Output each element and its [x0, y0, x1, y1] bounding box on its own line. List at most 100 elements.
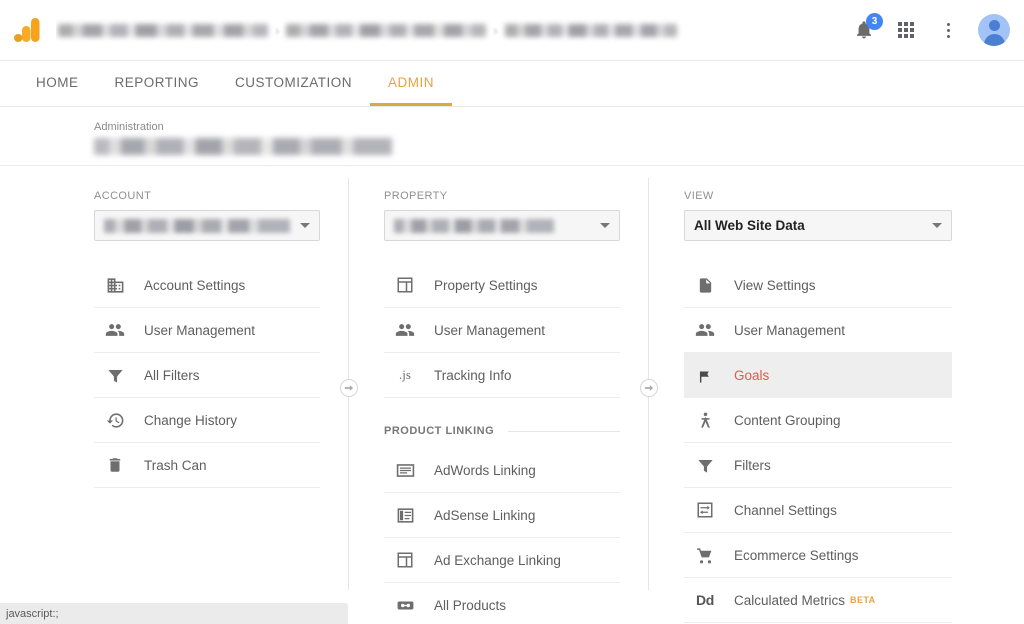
top-bar: › › 3: [0, 0, 1024, 61]
view-item-label: Calculated Metrics: [734, 593, 845, 608]
adwords-icon: [394, 459, 416, 481]
view-item-channel-settings[interactable]: Channel Settings: [684, 488, 952, 533]
js-glyph: .js: [399, 367, 411, 383]
view-item-ecommerce-settings[interactable]: Ecommerce Settings: [684, 533, 952, 578]
property-to-view-connector[interactable]: [640, 379, 658, 397]
more-options-button[interactable]: [936, 18, 960, 42]
js-icon: .js: [394, 364, 416, 386]
view-item-content-grouping[interactable]: Content Grouping: [684, 398, 952, 443]
breadcrumb-item-account-redacted[interactable]: [58, 24, 268, 37]
user-avatar[interactable]: [978, 14, 1010, 46]
chevron-down-icon: [932, 223, 942, 228]
view-item-label: User Management: [734, 323, 845, 338]
property-item-label: All Products: [434, 598, 506, 613]
property-item-label: Ad Exchange Linking: [434, 553, 561, 568]
property-item-all-products[interactable]: All Products: [384, 583, 620, 624]
breadcrumb-item-view-redacted[interactable]: [505, 24, 677, 37]
main-nav: HOME REPORTING CUSTOMIZATION ADMIN: [0, 61, 1024, 107]
view-item-calculated-metrics[interactable]: Dd Calculated Metrics BETA: [684, 578, 952, 623]
view-item-filters[interactable]: Filters: [684, 443, 952, 488]
account-item-label: Change History: [144, 413, 237, 428]
property-column-label: PROPERTY: [384, 190, 620, 202]
property-selector-value-redacted: [394, 219, 554, 233]
tab-customization[interactable]: CUSTOMIZATION: [217, 61, 370, 106]
view-item-view-settings[interactable]: View Settings: [684, 263, 952, 308]
account-menu: Account Settings User Management All Fil…: [94, 263, 320, 488]
arrow-right-circle-icon: [644, 383, 654, 393]
history-clock-icon: [104, 409, 126, 431]
property-menu: Property Settings User Management .js Tr…: [384, 263, 620, 624]
property-item-label: User Management: [434, 323, 545, 338]
account-item-change-history[interactable]: Change History: [94, 398, 320, 443]
view-item-label: Content Grouping: [734, 413, 841, 428]
account-item-label: All Filters: [144, 368, 200, 383]
people-icon: [694, 319, 716, 341]
apps-grid-icon: [898, 22, 914, 38]
view-column-label: VIEW: [684, 190, 952, 202]
more-vertical-icon: [947, 23, 950, 38]
arrow-right-circle-icon: [344, 383, 354, 393]
chevron-down-icon: [600, 223, 610, 228]
channel-settings-icon: [694, 499, 716, 521]
account-item-label: Trash Can: [144, 458, 207, 473]
account-selector-value-redacted: [104, 219, 290, 233]
administration-label: Administration: [94, 121, 1024, 133]
funnel-icon: [104, 364, 126, 386]
chevron-down-icon: [300, 223, 310, 228]
google-analytics-logo[interactable]: [12, 15, 42, 45]
property-item-property-settings[interactable]: Property Settings: [384, 263, 620, 308]
building-icon: [104, 274, 126, 296]
property-column: PROPERTY Property Settings User Manageme…: [348, 166, 648, 586]
account-to-property-connector[interactable]: [340, 379, 358, 397]
property-item-ad-exchange-linking[interactable]: Ad Exchange Linking: [384, 538, 620, 583]
flag-icon: [694, 364, 716, 386]
apps-button[interactable]: [894, 18, 918, 42]
property-item-label: AdWords Linking: [434, 463, 536, 478]
view-item-user-management[interactable]: User Management: [684, 308, 952, 353]
view-item-label: Ecommerce Settings: [734, 548, 859, 563]
tab-reporting[interactable]: REPORTING: [97, 61, 218, 106]
adsense-icon: [394, 504, 416, 526]
view-column: VIEW All Web Site Data View Settings Use…: [648, 166, 1024, 586]
property-selector[interactable]: [384, 210, 620, 241]
account-item-account-settings[interactable]: Account Settings: [94, 263, 320, 308]
ad-exchange-icon: [394, 549, 416, 571]
tab-admin[interactable]: ADMIN: [370, 61, 452, 106]
property-item-tracking-info[interactable]: .js Tracking Info: [384, 353, 620, 398]
tab-home[interactable]: HOME: [18, 61, 97, 106]
people-icon: [394, 319, 416, 341]
property-item-label: Property Settings: [434, 278, 538, 293]
view-item-label: Goals: [734, 368, 769, 383]
product-linking-label: PRODUCT LINKING: [384, 425, 494, 437]
property-item-user-management[interactable]: User Management: [384, 308, 620, 353]
dd-glyph: Dd: [696, 592, 714, 608]
property-item-adsense-linking[interactable]: AdSense Linking: [384, 493, 620, 538]
view-item-goals[interactable]: Goals: [684, 353, 952, 398]
breadcrumb-item-property-redacted[interactable]: [286, 24, 486, 37]
breadcrumb-separator: ›: [275, 23, 279, 38]
people-icon: [104, 319, 126, 341]
shopping-cart-icon: [694, 544, 716, 566]
admin-columns: ACCOUNT Account Settings User Management: [0, 166, 1024, 586]
property-item-adwords-linking[interactable]: AdWords Linking: [384, 448, 620, 493]
account-column-label: ACCOUNT: [94, 190, 320, 202]
notifications-button[interactable]: 3: [852, 18, 876, 42]
view-selector[interactable]: All Web Site Data: [684, 210, 952, 241]
view-item-label: View Settings: [734, 278, 816, 293]
beta-badge: BETA: [850, 595, 875, 605]
dd-icon: Dd: [694, 589, 716, 611]
section-rule: [508, 431, 620, 432]
view-item-label: Filters: [734, 458, 771, 473]
browser-status-bar: javascript:;: [0, 603, 348, 624]
account-selector[interactable]: [94, 210, 320, 241]
page-layout-icon: [394, 274, 416, 296]
breadcrumb-separator: ›: [493, 23, 497, 38]
top-bar-icons: 3: [852, 14, 1010, 46]
account-item-user-management[interactable]: User Management: [94, 308, 320, 353]
account-item-all-filters[interactable]: All Filters: [94, 353, 320, 398]
account-item-trash-can[interactable]: Trash Can: [94, 443, 320, 488]
view-selector-value: All Web Site Data: [694, 218, 805, 233]
document-icon: [694, 274, 716, 296]
administration-header: Administration: [0, 107, 1024, 166]
account-item-label: User Management: [144, 323, 255, 338]
